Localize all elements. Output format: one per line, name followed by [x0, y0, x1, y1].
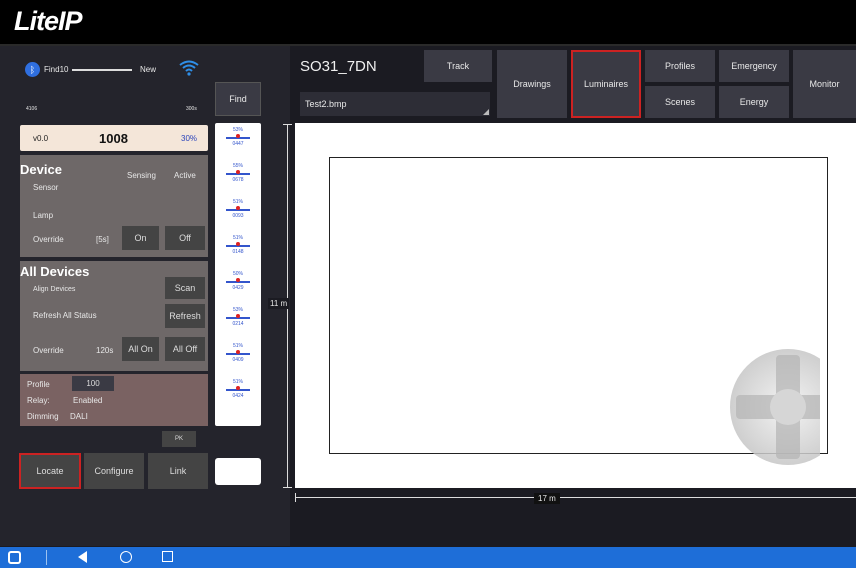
sensor-id: 0678 [232, 177, 244, 183]
refresh-button[interactable]: Refresh [165, 304, 205, 328]
dropdown-corner-icon [483, 109, 489, 115]
back-icon[interactable] [78, 551, 87, 563]
connection-left-value: 4106 [26, 106, 38, 112]
align-devices-label: Align Devices [33, 286, 76, 293]
sensor-level: 51% [232, 199, 243, 205]
sensor-level: 53% [232, 127, 243, 133]
connection-right-value: 300s [186, 106, 197, 112]
tab-track[interactable]: Track [424, 50, 492, 82]
tab-energy[interactable]: Energy [719, 86, 789, 118]
device-title: Device [20, 162, 62, 177]
profile-value[interactable]: 100 [72, 376, 114, 391]
height-dimension-cap-bottom [283, 487, 292, 488]
dimming-label: Dimming [27, 412, 59, 421]
sensor-id: 0447 [232, 141, 244, 147]
sensor-dot-icon [236, 314, 240, 318]
wifi-icon [178, 58, 200, 78]
scan-button[interactable]: Scan [165, 277, 205, 299]
app-switch-icon[interactable] [8, 551, 21, 564]
width-dimension-line [295, 497, 856, 498]
sensor-list[interactable]: 53% 0447 55% 0678 51% 0093 51% 0148 50% 0429 53% 02… [215, 123, 261, 426]
width-dimension-label: 17 m [534, 493, 560, 504]
sensor-id: 0093 [232, 213, 244, 219]
profile-label: Profile [27, 380, 50, 389]
all-off-button[interactable]: All Off [165, 337, 205, 361]
relay-value: Enabled [73, 396, 103, 405]
sensor-dot-icon [236, 206, 240, 210]
relay-label: Relay: [27, 396, 50, 405]
app-logo: LiteIP [14, 6, 83, 36]
all-on-button[interactable]: All On [122, 337, 159, 361]
sensor-item[interactable]: 53% 0447 [223, 127, 253, 149]
tab-monitor[interactable]: Monitor [793, 50, 856, 118]
sensor-level: 51% [232, 235, 243, 241]
link-button[interactable]: Link [148, 453, 208, 489]
sensor-item[interactable]: 51% 0148 [223, 235, 253, 257]
sensor-level: 51% [232, 343, 243, 349]
tab-emergency[interactable]: Emergency [719, 50, 789, 82]
width-dimension-cap-left [295, 493, 296, 502]
version-label: v0.0 [33, 134, 49, 143]
site-title: SO31_7DN [300, 58, 377, 75]
sensor-item[interactable]: 53% 0214 [223, 307, 253, 329]
override-time: [5s] [96, 235, 109, 244]
sensor-item[interactable]: 51% 0093 [223, 199, 253, 221]
tab-profiles[interactable]: Profiles [645, 50, 715, 82]
blank-input[interactable] [215, 458, 261, 485]
recents-icon[interactable] [162, 551, 173, 562]
sensor-level: 53% [232, 307, 243, 313]
find-button[interactable]: Find [215, 82, 261, 116]
sensor-dot-icon [236, 134, 240, 138]
new-label: New [140, 65, 157, 74]
sensor-dot-icon [236, 170, 240, 174]
active-label: Active [174, 171, 196, 180]
nav-divider [46, 550, 47, 565]
sensor-id: 0214 [232, 321, 244, 327]
dimming-value: DALI [70, 412, 88, 421]
on-button[interactable]: On [122, 226, 159, 250]
lamp-label: Lamp [33, 211, 54, 220]
sensor-dot-icon [236, 278, 240, 282]
sensor-item[interactable]: 51% 0409 [223, 343, 253, 365]
override-label: Override [33, 235, 64, 244]
sensor-level: 55% [232, 163, 243, 169]
configure-button[interactable]: Configure [84, 453, 144, 489]
sensor-id: 0409 [232, 357, 244, 363]
sensor-item[interactable]: 55% 0678 [223, 163, 253, 185]
bluetooth-icon[interactable]: ᛒ [25, 62, 40, 77]
app-header [0, 0, 856, 46]
sensor-item[interactable]: 51% 0424 [223, 379, 253, 401]
sensor-item[interactable]: 50% 0429 [223, 271, 253, 293]
percent-value: 30% [181, 134, 198, 143]
sensor-level: 50% [232, 271, 243, 277]
sensor-id: 0148 [232, 249, 244, 255]
home-icon[interactable] [120, 551, 132, 563]
all-override-label: Override [33, 346, 64, 355]
tab-scenes[interactable]: Scenes [645, 86, 715, 118]
refresh-all-label: Refresh All Status [33, 311, 97, 320]
sensor-label: Sensor [33, 183, 59, 192]
all-override-time: 120s [96, 346, 114, 355]
device-count: 1008 [99, 131, 128, 146]
sensor-dot-icon [236, 242, 240, 246]
tab-luminaires[interactable]: Luminaires [571, 50, 641, 118]
sensor-id: 0424 [232, 393, 244, 399]
find-label: Find10 [44, 65, 69, 74]
sensing-label: Sensing [127, 171, 156, 180]
file-name: Test2.bmp [305, 99, 347, 109]
off-button[interactable]: Off [165, 226, 205, 250]
sensor-dot-icon [236, 386, 240, 390]
tab-drawings[interactable]: Drawings [497, 50, 567, 118]
locate-button[interactable]: Locate [19, 453, 81, 489]
sensor-level: 51% [232, 379, 243, 385]
height-dimension-label: 11 m [268, 298, 290, 309]
joystick-pad[interactable] [728, 347, 820, 467]
pk-button[interactable]: PK [162, 431, 196, 447]
height-dimension-cap-top [283, 124, 292, 125]
sensor-id: 0429 [232, 285, 244, 291]
all-devices-title: All Devices [20, 264, 90, 279]
connection-slider[interactable] [72, 69, 132, 71]
sensor-dot-icon [236, 350, 240, 354]
